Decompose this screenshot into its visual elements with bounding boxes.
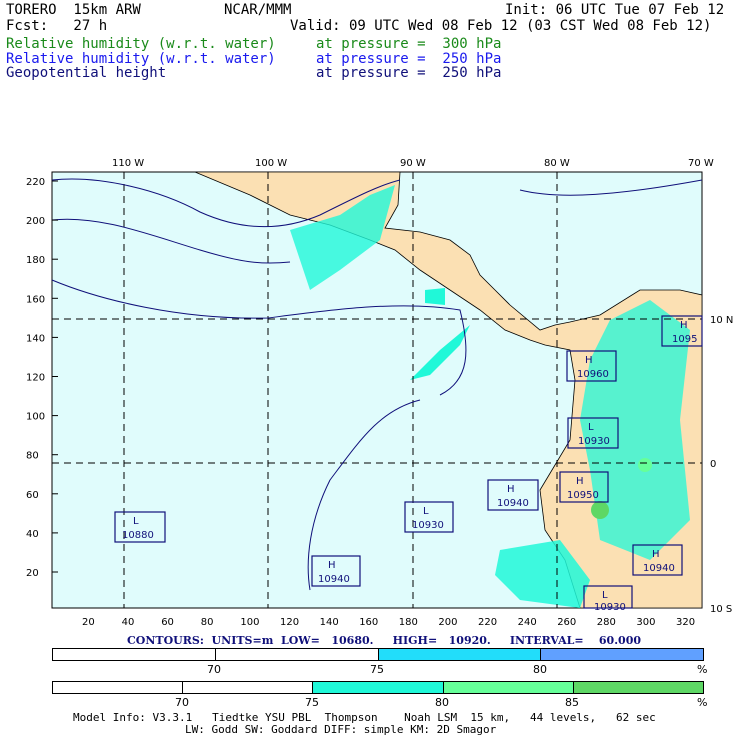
x-tick-label: 80 bbox=[201, 617, 214, 628]
model-info-line2: LW: Godd SW: Goddard DIFF: simple KM: 2D… bbox=[185, 723, 497, 736]
y-tick-label: 180 bbox=[26, 255, 45, 266]
x-tick-label: 320 bbox=[676, 617, 695, 628]
lat-label: 10 S bbox=[710, 604, 732, 615]
lat-label: 0 bbox=[710, 459, 716, 470]
rh250-colorbar bbox=[52, 648, 704, 661]
x-tick-label: 60 bbox=[161, 617, 174, 628]
lon-label: 110 W bbox=[112, 158, 144, 169]
y-tick-label: 220 bbox=[26, 177, 45, 188]
center-type: H bbox=[576, 476, 584, 487]
bar-segment bbox=[541, 649, 703, 660]
x-tick-label: 180 bbox=[399, 617, 418, 628]
bar1-label: 80 bbox=[533, 663, 547, 676]
center-type: H bbox=[328, 560, 336, 571]
x-tick-label: 160 bbox=[359, 617, 378, 628]
bar-segment bbox=[183, 682, 314, 693]
y-tick-label: 120 bbox=[26, 373, 45, 384]
x-tick-label: 300 bbox=[636, 617, 655, 628]
x-tick-label: 20 bbox=[82, 617, 95, 628]
bar-segment bbox=[53, 649, 216, 660]
center-value: 10940 bbox=[318, 574, 350, 585]
y-tick-label: 80 bbox=[26, 451, 39, 462]
x-tick-label: 280 bbox=[597, 617, 616, 628]
bar-segment bbox=[573, 682, 704, 693]
x-tick-label: 100 bbox=[240, 617, 259, 628]
x-tick-label: 240 bbox=[518, 617, 537, 628]
bar1-label: % bbox=[697, 663, 708, 676]
bar2-label: 75 bbox=[305, 696, 319, 709]
x-tick-label: 200 bbox=[438, 617, 457, 628]
center-value: 10930 bbox=[578, 436, 610, 447]
center-type: H bbox=[585, 355, 593, 366]
center-type: H bbox=[507, 484, 515, 495]
center-value: 10950 bbox=[567, 490, 599, 501]
lon-label: 80 W bbox=[544, 158, 570, 169]
bar2-label: % bbox=[697, 696, 708, 709]
center-value: 10940 bbox=[643, 563, 675, 574]
center-type: H bbox=[652, 549, 660, 560]
bar-segment bbox=[215, 649, 379, 660]
y-tick-label: 60 bbox=[26, 490, 39, 501]
center-type: L bbox=[588, 422, 594, 433]
y-tick-label: 40 bbox=[26, 529, 39, 540]
bar1-label: 70 bbox=[207, 663, 221, 676]
center-value: 1095 bbox=[672, 334, 697, 345]
lon-label: 70 W bbox=[688, 158, 714, 169]
x-tick-label: 220 bbox=[478, 617, 497, 628]
center-type: L bbox=[602, 590, 608, 601]
bar-segment bbox=[53, 682, 184, 693]
x-tick-label: 40 bbox=[122, 617, 135, 628]
bar1-label: 75 bbox=[370, 663, 384, 676]
center-type: H bbox=[680, 320, 688, 331]
center-type: L bbox=[423, 506, 429, 517]
lat-label: 10 N bbox=[710, 315, 733, 326]
center-value: 10930 bbox=[412, 520, 444, 531]
rh300-colorbar bbox=[52, 681, 704, 694]
center-value: 10930 bbox=[594, 602, 626, 613]
bar2-label: 85 bbox=[565, 696, 579, 709]
y-tick-label: 20 bbox=[26, 568, 39, 579]
y-tick-label: 140 bbox=[26, 333, 45, 344]
x-tick-label: 120 bbox=[280, 617, 299, 628]
contour-info: CONTOURS: UNITS=m LOW= 10680. HIGH= 1092… bbox=[127, 634, 641, 647]
bar-segment bbox=[443, 682, 574, 693]
lon-label: 100 W bbox=[255, 158, 287, 169]
x-tick-label: 260 bbox=[557, 617, 576, 628]
bar2-label: 70 bbox=[175, 696, 189, 709]
bar-segment bbox=[378, 649, 542, 660]
center-value: 10960 bbox=[577, 369, 609, 380]
y-tick-label: 160 bbox=[26, 294, 45, 305]
bar-segment bbox=[313, 682, 444, 693]
y-tick-label: 100 bbox=[26, 412, 45, 423]
y-tick-label: 200 bbox=[26, 216, 45, 227]
weather-map: L10880 H10940 L10930 H10940 H10950 L1093… bbox=[26, 158, 733, 628]
center-type: L bbox=[133, 516, 139, 527]
lon-label: 90 W bbox=[400, 158, 426, 169]
x-tick-label: 140 bbox=[320, 617, 339, 628]
center-value: 10940 bbox=[497, 498, 529, 509]
center-value: 10880 bbox=[122, 530, 154, 541]
bar2-label: 80 bbox=[435, 696, 449, 709]
